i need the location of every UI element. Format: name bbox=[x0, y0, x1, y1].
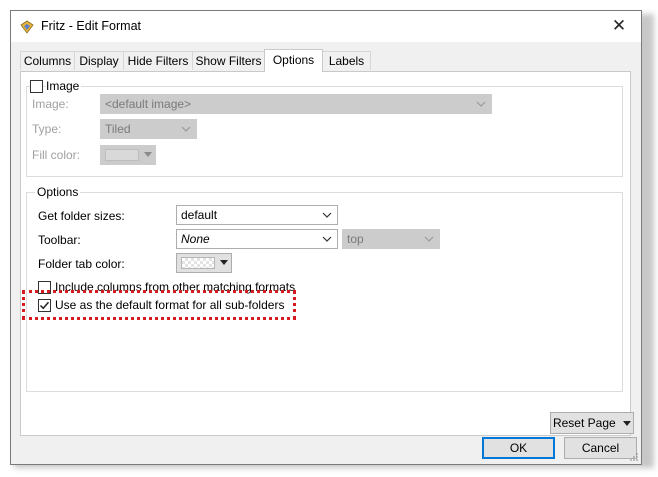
type-field-label: Type: bbox=[32, 122, 62, 136]
dropdown-arrow-icon bbox=[220, 260, 228, 265]
tab-columns[interactable]: Columns bbox=[20, 51, 75, 70]
tab-label: Hide Filters bbox=[127, 54, 189, 68]
folder-tab-color-button[interactable] bbox=[176, 253, 232, 273]
image-select[interactable]: <default image> bbox=[100, 94, 492, 114]
image-field-label: Image: bbox=[32, 97, 69, 111]
folder-sizes-select[interactable]: default bbox=[176, 205, 338, 225]
chevron-down-icon bbox=[181, 126, 191, 132]
dropdown-arrow-icon bbox=[623, 420, 632, 426]
chevron-down-icon bbox=[476, 101, 486, 107]
options-legend: Options bbox=[35, 185, 81, 199]
type-select-value: Tiled bbox=[105, 122, 131, 136]
chevron-down-icon bbox=[322, 236, 332, 242]
tab-show-filters[interactable]: Show Filters bbox=[192, 51, 265, 70]
chevron-down-icon bbox=[424, 236, 434, 242]
tab-label: Columns bbox=[23, 54, 72, 68]
title-bar[interactable]: Fritz - Edit Format ✕ bbox=[11, 11, 641, 42]
tab-display[interactable]: Display bbox=[74, 51, 124, 70]
tab-label: Options bbox=[272, 53, 315, 67]
highlight-annotation bbox=[22, 290, 296, 320]
toolbar-select[interactable]: None bbox=[176, 229, 338, 249]
image-checkbox[interactable] bbox=[30, 80, 43, 93]
reset-page-label: Reset Page bbox=[552, 416, 616, 430]
fill-color-label: Fill color: bbox=[32, 148, 81, 162]
tab-labels[interactable]: Labels bbox=[322, 51, 371, 70]
image-group: Image Image: <default image> Type: Tiled… bbox=[26, 79, 623, 177]
edit-format-dialog: Fritz - Edit Format ✕ Columns Display Hi… bbox=[10, 10, 642, 465]
folder-sizes-label: Get folder sizes: bbox=[38, 209, 125, 223]
tab-label: Labels bbox=[328, 54, 365, 68]
folder-tab-color-swatch bbox=[181, 257, 215, 269]
toolbar-position-select[interactable]: top bbox=[342, 229, 440, 249]
chevron-down-icon bbox=[322, 212, 332, 218]
cancel-button[interactable]: Cancel bbox=[564, 437, 637, 459]
toolbar-position-value: top bbox=[347, 232, 364, 246]
cancel-label: Cancel bbox=[581, 441, 620, 455]
toolbar-value: None bbox=[181, 232, 210, 246]
folder-sizes-value: default bbox=[181, 208, 218, 222]
ok-button[interactable]: OK bbox=[482, 437, 555, 459]
reset-page-button[interactable]: Reset Page bbox=[550, 412, 634, 434]
options-panel: Image Image: <default image> Type: Tiled… bbox=[20, 71, 634, 436]
dropdown-arrow-icon bbox=[144, 152, 152, 157]
tab-label: Show Filters bbox=[195, 54, 262, 68]
close-button[interactable]: ✕ bbox=[597, 11, 641, 42]
window-title: Fritz - Edit Format bbox=[41, 19, 142, 33]
fill-color-button[interactable] bbox=[100, 145, 156, 165]
toolbar-label: Toolbar: bbox=[38, 233, 81, 247]
app-icon bbox=[20, 20, 34, 34]
tab-options[interactable]: Options bbox=[264, 49, 323, 72]
tab-label: Display bbox=[79, 54, 119, 68]
image-select-value: <default image> bbox=[105, 97, 192, 111]
tab-hide-filters[interactable]: Hide Filters bbox=[123, 51, 193, 70]
resize-grip-icon[interactable] bbox=[629, 452, 639, 462]
close-icon: ✕ bbox=[611, 16, 627, 35]
fill-color-swatch bbox=[105, 149, 139, 161]
ok-label: OK bbox=[509, 441, 528, 455]
type-select[interactable]: Tiled bbox=[100, 119, 197, 139]
image-checkbox-label: Image bbox=[46, 79, 82, 93]
folder-tab-color-label: Folder tab color: bbox=[38, 257, 125, 271]
